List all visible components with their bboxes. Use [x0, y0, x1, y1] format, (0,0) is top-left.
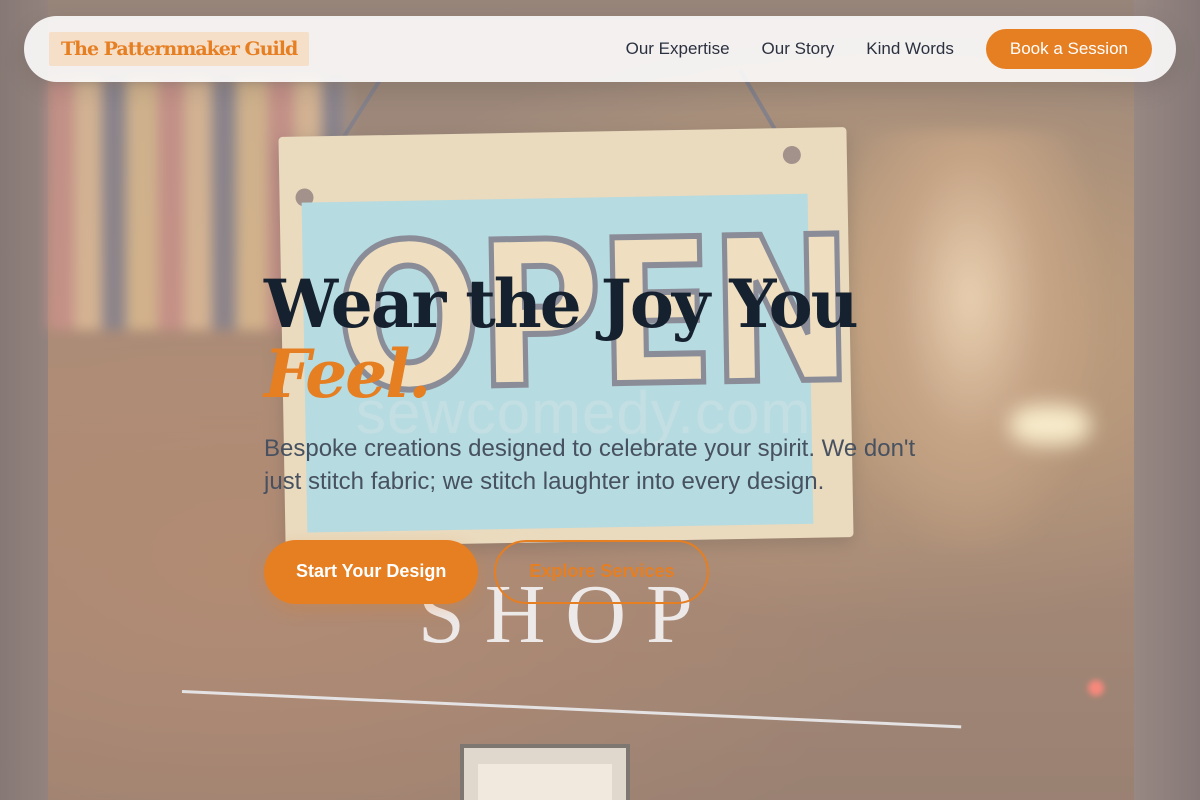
hero-cta-row: Start Your Design Explore Services: [264, 539, 984, 604]
top-nav: The Patternmaker Guild Our Expertise Our…: [24, 16, 1176, 82]
start-design-button[interactable]: Start Your Design: [264, 539, 479, 604]
brand-logo[interactable]: The Patternmaker Guild: [49, 32, 310, 66]
nav-link-our-expertise[interactable]: Our Expertise: [626, 39, 730, 59]
hero-title-accent: Feel.: [264, 334, 431, 413]
nav-link-kind-words[interactable]: Kind Words: [866, 39, 954, 59]
hero-subtitle: Bespoke creations designed to celebrate …: [264, 434, 916, 495]
nav-link-our-story[interactable]: Our Story: [762, 39, 835, 59]
book-session-button[interactable]: Book a Session: [985, 29, 1152, 69]
hero-title-main: Wear the Joy You: [264, 265, 859, 343]
hero-title: Wear the Joy You Feel.: [264, 269, 984, 413]
nav-links: Our Expertise Our Story Kind Words Book …: [626, 29, 1152, 69]
explore-services-button[interactable]: Explore Services: [494, 539, 710, 604]
hero-content: Wear the Joy You Feel. Bespoke creations…: [264, 269, 984, 604]
